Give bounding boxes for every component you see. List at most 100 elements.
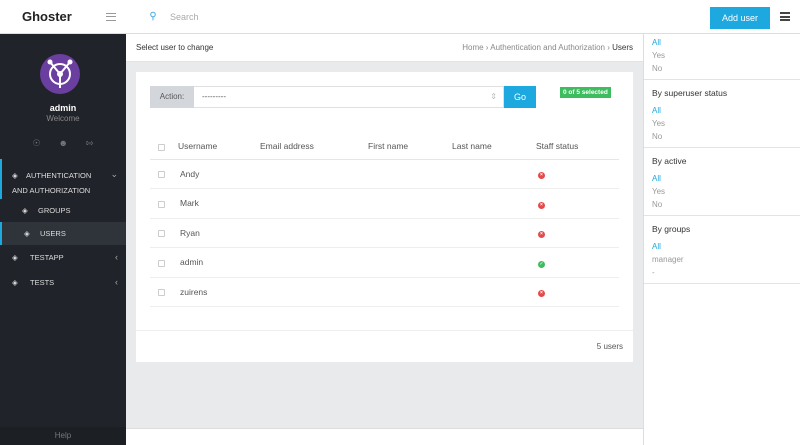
column-header-first-name[interactable]: First name [368,134,452,160]
email-cell [260,188,368,219]
content-header: Select user to change Home › Authenticat… [126,34,643,62]
row-checkbox[interactable] [158,289,165,296]
sidebar-item-tests[interactable]: ◈ Tests ‹ [0,270,126,295]
filter-group: All Yes No [644,34,800,80]
go-button[interactable]: Go [504,86,536,108]
filter-option[interactable]: manager [652,253,800,266]
filter-option[interactable]: Yes [652,117,800,130]
add-user-button[interactable]: Add user [709,7,770,29]
filter-option[interactable]: All [652,36,800,49]
staff-status-cell: × [536,188,619,219]
row-checkbox[interactable] [158,230,165,237]
selected-count-badge: 0 of 5 selected [560,87,611,98]
filter-group: By superuser status All Yes No [644,80,800,148]
filter-option[interactable]: - [652,266,800,279]
select-all-checkbox[interactable] [158,143,165,151]
menu-icon[interactable] [780,12,790,21]
column-header-username[interactable]: Username [178,134,260,160]
staff-status-cell: × [536,159,619,189]
sidebar-item-testapp[interactable]: ◈ Testapp ‹ [0,245,126,270]
email-cell [260,159,368,189]
action-select[interactable]: --------- ⇕ [194,86,504,108]
table-row[interactable]: Andy × [150,159,619,189]
sidebar-section-auth[interactable]: ◈ Authentication and Authorization ⌄ [0,159,126,199]
table-row[interactable]: Ryan × [150,218,619,248]
last-name-cell [452,277,536,307]
chevron-down-icon: ⌄ [110,169,118,179]
filter-option[interactable]: All [652,104,800,117]
sidebar-toggle-icon[interactable] [106,12,116,21]
email-cell [260,247,368,278]
row-checkbox[interactable] [158,259,165,267]
username-cell[interactable]: Mark [178,188,260,219]
help-link[interactable]: Help [0,427,126,445]
filter-title: By active [652,156,687,166]
sidebar-item-label: Tests [30,278,55,287]
sidebar-nav: ◈ Authentication and Authorization ⌄ ◈ G… [0,159,126,295]
column-header-last-name[interactable]: Last name [452,134,536,160]
breadcrumb-current: Users [612,43,633,52]
sidebar-item-groups[interactable]: ◈ Groups [0,199,126,222]
breadcrumb-section[interactable]: Authentication and Authorization [490,43,605,52]
table-header-row: Username Email address First name Last n… [150,134,619,160]
logo-icon [40,54,80,94]
row-select-cell [150,218,178,248]
row-select-cell [150,159,178,189]
action-label: Action: [150,86,194,108]
sidebar-item-label: Groups [38,206,71,215]
filter-option[interactable]: All [652,240,800,253]
filter-title: By superuser status [652,88,728,98]
staff-status-cell: × [536,277,619,307]
filter-title: By groups [652,224,691,234]
select-all-cell [150,134,178,160]
user-icon[interactable]: ☻ [59,138,68,149]
username-cell[interactable]: Andy [178,159,260,189]
filter-option[interactable]: All [652,172,800,185]
tag-icon: ◈ [12,253,18,262]
row-checkbox[interactable] [158,171,165,178]
chevron-left-icon: ‹ [115,277,118,287]
sidebar-section-label-2: and Authorization [12,186,91,195]
brand-name: Ghoster [22,9,72,24]
sidebar-section-label: Authentication [26,171,92,180]
compass-icon[interactable]: ☉ [32,138,40,149]
column-header-email[interactable]: Email address [260,134,368,160]
filter-option[interactable]: No [652,198,800,211]
user-name: admin [49,103,77,113]
filter-group: By active All Yes No [644,148,800,216]
search-input[interactable] [170,11,590,22]
username-cell[interactable]: admin [178,247,260,278]
filter-option[interactable]: No [652,130,800,143]
table-row[interactable]: admin ✓ [150,247,619,278]
tag-icon: ◈ [22,206,28,215]
breadcrumb-home[interactable]: Home [462,43,483,52]
cross-icon: × [538,290,545,298]
sidebar-item-label: Testapp [30,253,64,262]
table-row[interactable]: Mark × [150,188,619,219]
check-icon: ✓ [538,260,545,268]
row-checkbox[interactable] [158,200,165,208]
column-header-staff-status[interactable]: Staff status [536,134,619,160]
row-select-cell [150,188,178,219]
cross-icon: × [538,172,545,180]
last-name-cell [452,159,536,189]
tag-icon: ◈ [24,229,30,238]
email-cell [260,218,368,248]
logout-icon[interactable]: ⇰ [86,138,94,149]
filter-option[interactable]: Yes [652,185,800,198]
table-row[interactable]: zuirens × [150,277,619,307]
filter-panel: All Yes No By superuser status All Yes No By ac… [643,34,800,445]
user-actions: ☉ ☻ ⇰ [0,138,126,149]
search-icon: ⚲ [149,11,157,22]
first-name-cell [368,218,452,248]
filter-option[interactable]: Yes [652,49,800,62]
sidebar-item-label: Users [40,229,66,238]
chevron-left-icon: ‹ [115,252,118,262]
username-cell[interactable]: zuirens [178,277,260,307]
staff-status-cell: ✓ [536,247,619,278]
top-bar: ⚲ Add user [126,0,800,34]
page-footer [126,428,643,445]
sidebar-item-users[interactable]: ◈ Users [0,222,126,245]
username-cell[interactable]: Ryan [178,218,260,248]
filter-option[interactable]: No [652,62,800,75]
